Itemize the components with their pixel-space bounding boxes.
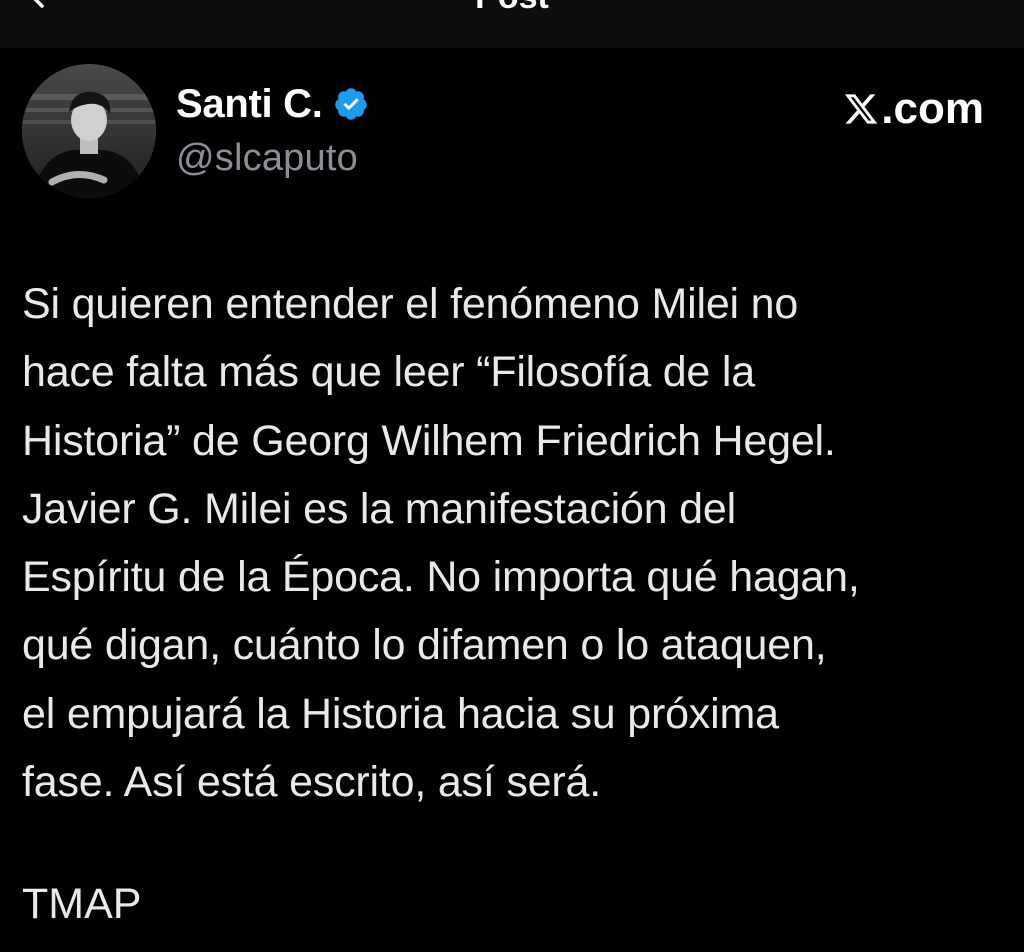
top-bar: Post <box>0 0 1024 48</box>
post-text: Si quieren entender el fenómeno Milei no… <box>22 270 1012 816</box>
author-handle[interactable]: @slcaputo <box>176 137 358 180</box>
x-logo-icon <box>845 94 878 124</box>
post-tag: TMAP <box>22 880 142 928</box>
page-title: Post <box>0 0 1024 14</box>
verified-badge-icon <box>334 88 367 120</box>
brand-watermark: .com <box>843 84 984 134</box>
brand-label: .com <box>881 84 984 133</box>
avatar-photo <box>22 64 156 198</box>
avatar[interactable] <box>22 64 156 198</box>
post-text-content: Si quieren entender el fenómeno Milei no… <box>22 280 860 807</box>
display-name[interactable]: Santi C. <box>176 82 323 127</box>
author-name-row: Santi C. <box>176 80 369 128</box>
